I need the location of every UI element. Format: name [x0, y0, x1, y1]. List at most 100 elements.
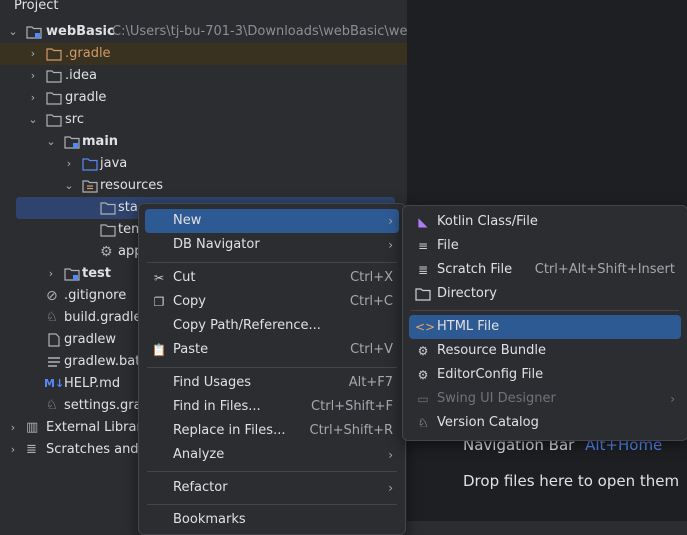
menu-label: Copy Path/Reference... — [173, 318, 321, 333]
submenu-item-directory[interactable]: Directory — [409, 282, 681, 306]
folder-icon — [100, 224, 116, 237]
menu-label: Swing UI Designer — [437, 391, 556, 406]
tree-row-java[interactable]: › java — [0, 153, 407, 175]
menu-item-copy-path[interactable]: Copy Path/Reference... — [145, 314, 399, 338]
submenu-item-editorconfig[interactable]: ⚙ EditorConfig File — [409, 363, 681, 387]
tree-row-idea[interactable]: › .idea — [0, 65, 407, 87]
chevron-right-icon[interactable]: › — [6, 439, 20, 461]
module-folder-icon — [26, 26, 42, 39]
tree-label: settings.gra — [64, 398, 142, 413]
library-icon: ▥ — [26, 420, 39, 435]
chevron-right-icon[interactable]: › — [62, 153, 76, 175]
menu-label: Replace in Files... — [173, 423, 286, 438]
ignore-file-icon: ⊘ — [46, 288, 58, 304]
submenu-item-kotlin[interactable]: ◣ Kotlin Class/File — [409, 210, 681, 234]
submenu-item-version-catalog[interactable]: ♘ Version Catalog — [409, 411, 681, 435]
chevron-down-icon[interactable]: ⌄ — [6, 21, 20, 43]
menu-item-new[interactable]: New › — [145, 209, 399, 233]
chevron-right-icon[interactable]: › — [26, 87, 40, 109]
gradle-icon: ♘ — [46, 310, 58, 325]
tree-label: test — [82, 266, 111, 281]
settings-gear-icon: ⚙ — [100, 244, 113, 260]
menu-item-bookmarks[interactable]: Bookmarks — [145, 508, 399, 532]
chevron-right-icon[interactable]: › — [26, 43, 40, 65]
tree-label: HELP.md — [64, 376, 121, 391]
tree-row-gradle[interactable]: › gradle — [0, 87, 407, 109]
menu-shortcut: Alt+F7 — [348, 375, 393, 390]
gradle-icon: ♘ — [417, 416, 429, 430]
tree-row-main[interactable]: ⌄ main — [0, 131, 407, 153]
menu-label: Paste — [173, 342, 209, 357]
menu-shortcut: Ctrl+Alt+Shift+Insert — [534, 262, 675, 277]
chevron-right-icon[interactable]: › — [44, 263, 58, 285]
scissors-icon: ✂ — [153, 271, 165, 285]
menu-item-find-usages[interactable]: Find Usages Alt+F7 — [145, 371, 399, 395]
markdown-icon: M↓ — [44, 377, 65, 390]
menu-label: Scratch File — [437, 262, 513, 277]
chevron-right-icon: › — [388, 214, 393, 228]
tree-label: .gitignore — [64, 288, 127, 303]
chevron-right-icon[interactable]: › — [26, 65, 40, 87]
menu-shortcut: Ctrl+Shift+R — [309, 423, 394, 438]
copy-icon: ❐ — [153, 295, 165, 309]
panel-title: Project — [14, 0, 59, 13]
menu-item-paste[interactable]: 📋 Paste Ctrl+V — [145, 338, 399, 362]
tree-row-gradle-cache[interactable]: › .gradle — [0, 43, 407, 65]
submenu-item-scratch[interactable]: ≣ Scratch File Ctrl+Alt+Shift+Insert — [409, 258, 681, 282]
form-icon: ▭ — [417, 392, 429, 406]
tree-label: resources — [100, 178, 164, 193]
gear-icon: ⚙ — [417, 368, 429, 382]
submenu-item-resource-bundle[interactable]: ⚙ Resource Bundle — [409, 339, 681, 363]
menu-item-find-in-files[interactable]: Find in Files... Ctrl+Shift+F — [145, 395, 399, 419]
menu-label: HTML File — [437, 319, 500, 334]
tree-label: src — [65, 112, 84, 127]
menu-separator — [147, 367, 397, 368]
menu-label: Find in Files... — [173, 399, 261, 414]
menu-label: EditorConfig File — [437, 367, 544, 382]
chevron-down-icon[interactable]: ⌄ — [44, 131, 58, 153]
menu-shortcut: Ctrl+X — [350, 270, 393, 285]
html-icon: <> — [415, 320, 436, 334]
chevron-right-icon[interactable]: › — [6, 417, 20, 439]
menu-label: File — [437, 238, 459, 253]
menu-item-copy[interactable]: ❐ Copy Ctrl+C — [145, 290, 399, 314]
submenu-item-html-file[interactable]: <> HTML File — [409, 315, 681, 339]
menu-label: Version Catalog — [437, 415, 539, 430]
folder-icon — [46, 70, 62, 83]
menu-item-analyze[interactable]: Analyze › — [145, 443, 399, 467]
tree-label: External Librari — [46, 420, 146, 435]
menu-item-replace-in-files[interactable]: Replace in Files... Ctrl+Shift+R — [145, 419, 399, 443]
file-icon — [48, 333, 60, 347]
tree-row-webbasic[interactable]: ⌄ webBasic C:\Users\tj-bu-701-3\Download… — [0, 21, 415, 43]
folder-icon — [46, 114, 62, 127]
menu-item-cut[interactable]: ✂ Cut Ctrl+X — [145, 266, 399, 290]
source-folder-icon — [82, 158, 98, 171]
menu-shortcut: Ctrl+V — [350, 342, 393, 357]
gear-icon: ⚙ — [417, 344, 429, 358]
scratch-file-icon: ≣ — [417, 263, 429, 277]
tree-label: webBasic — [46, 24, 115, 39]
tree-row-src[interactable]: ⌄ src — [0, 109, 407, 131]
tree-label: .gradle — [65, 46, 111, 61]
menu-item-refactor[interactable]: Refactor › — [145, 476, 399, 500]
chevron-down-icon[interactable]: ⌄ — [26, 109, 40, 131]
chevron-down-icon[interactable]: ⌄ — [62, 175, 76, 197]
submenu-item-swing-ui-designer[interactable]: ▭ Swing UI Designer › — [409, 387, 681, 411]
chevron-right-icon: › — [388, 448, 393, 462]
context-menu: New › DB Navigator › ✂ Cut Ctrl+X ❐ Copy… — [138, 203, 406, 535]
submenu-item-file[interactable]: ≡ File — [409, 234, 681, 258]
scratches-icon: ≣ — [26, 442, 37, 457]
tree-row-resources[interactable]: ⌄ resources — [0, 175, 407, 197]
module-folder-icon — [64, 268, 80, 281]
menu-label: Cut — [173, 270, 196, 285]
menu-shortcut: Ctrl+Shift+F — [311, 399, 393, 414]
menu-label: Directory — [437, 286, 497, 301]
menu-item-db-navigator[interactable]: DB Navigator › — [145, 233, 399, 257]
menu-label: Copy — [173, 294, 206, 309]
menu-label: New — [173, 213, 202, 228]
menu-label: Analyze — [173, 447, 225, 462]
menu-separator — [411, 310, 679, 311]
folder-icon — [46, 48, 62, 61]
clipboard-icon: 📋 — [151, 343, 167, 357]
menu-shortcut: Ctrl+C — [349, 294, 393, 309]
